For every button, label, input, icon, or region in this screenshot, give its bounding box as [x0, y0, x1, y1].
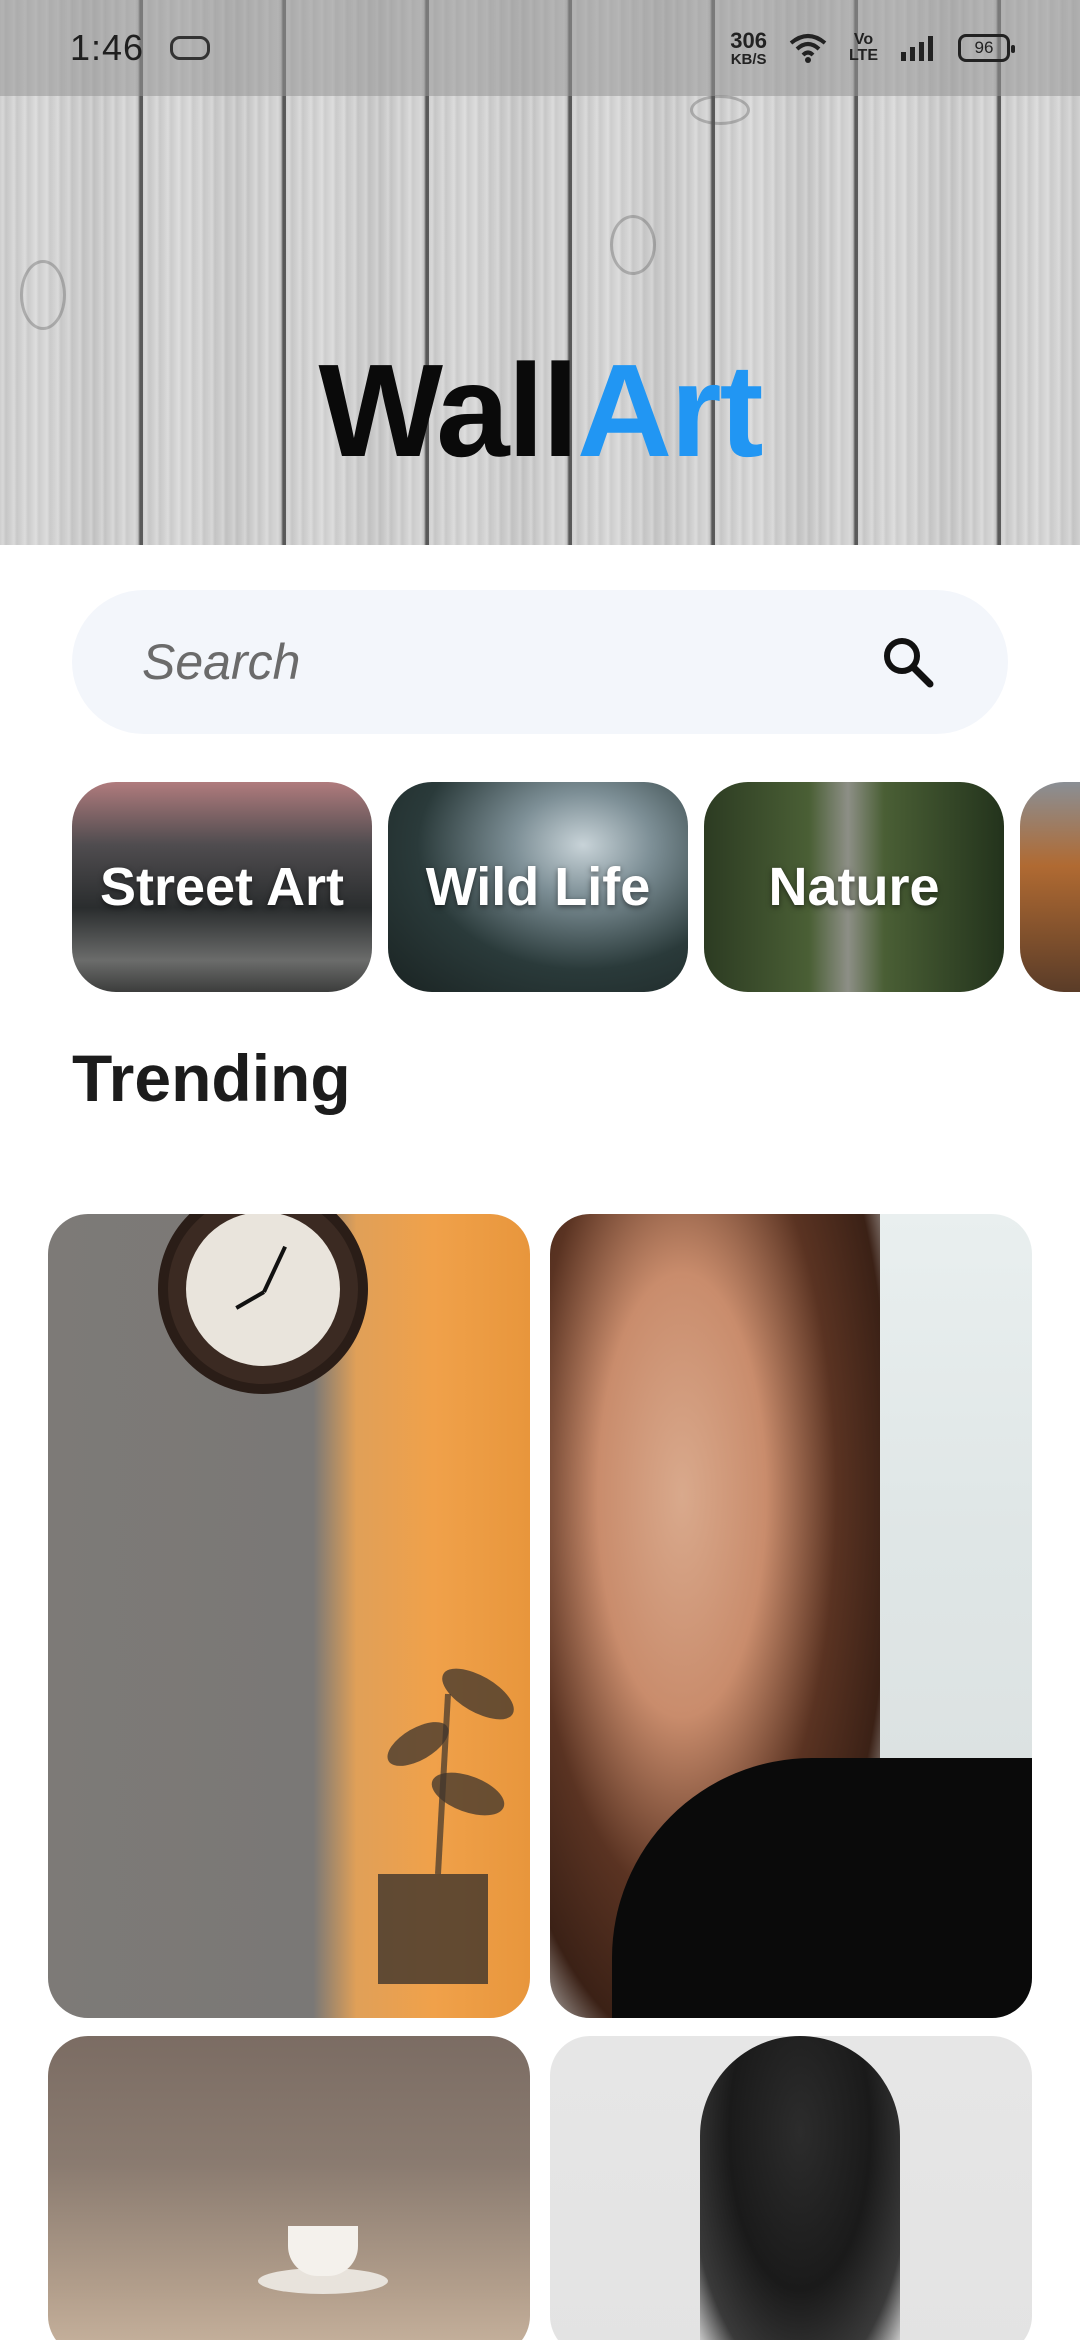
speed-unit: KB/S [730, 50, 767, 68]
wallpaper-tile-coffee[interactable] [48, 2036, 530, 2340]
category-label: Nature [768, 857, 940, 917]
status-time: 1:46 [70, 27, 145, 68]
category-label: Wild Life [425, 857, 651, 917]
logo-part-art: Art [576, 337, 764, 484]
logo-part-wall: Wall [318, 337, 578, 484]
wallpaper-tile-clock[interactable] [48, 1214, 530, 2018]
network-speed: 306 KB/S [730, 27, 767, 68]
wallpaper-tile-person[interactable] [550, 2036, 1032, 2340]
signal-icon [901, 36, 933, 61]
volte-icon: Vo LTE [848, 31, 878, 64]
category-partial[interactable] [1020, 782, 1080, 992]
header-banner: 1:46 306 KB/S Vo LTE 96 WallArt [0, 0, 1080, 545]
person-image [700, 2036, 900, 2340]
search-icon[interactable] [878, 632, 938, 692]
wifi-icon [789, 34, 827, 63]
status-bar: 1:46 306 KB/S Vo LTE 96 [0, 0, 1080, 96]
category-wild-life[interactable]: Wild Life [388, 782, 688, 992]
category-label: Street Art [99, 857, 345, 917]
clock-icon [158, 1214, 368, 1394]
category-list: Street Art Wild Life Nature [72, 782, 1080, 992]
status-icons: 306 KB/S Vo LTE 96 [730, 27, 1015, 68]
wood-knot [610, 215, 656, 275]
search-bar[interactable] [72, 590, 1008, 734]
trending-heading: Trending [72, 1041, 351, 1115]
category-nature[interactable]: Nature [704, 782, 1004, 992]
speed-value: 306 [730, 27, 767, 53]
battery-icon: 96 [958, 34, 1015, 62]
notification-icon [170, 36, 211, 60]
wood-knot [20, 260, 66, 330]
wallpaper-tile-portrait[interactable] [550, 1214, 1032, 2018]
plant-shadow [378, 1668, 514, 1984]
category-street-art[interactable]: Street Art [72, 782, 372, 992]
wood-knot [690, 95, 750, 125]
app-logo: WallArt [0, 345, 1080, 477]
search-input[interactable] [142, 633, 878, 691]
coffee-cup-image [288, 2226, 358, 2276]
